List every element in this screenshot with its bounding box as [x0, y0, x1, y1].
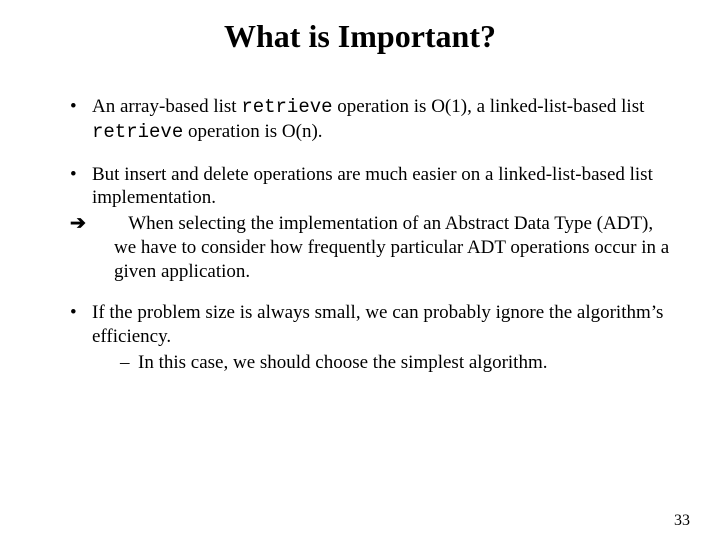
page-number: 33	[674, 512, 690, 530]
bullet-2-arrow-line: ➔ When selecting the implementation of a…	[92, 212, 670, 283]
bullet-3-sublist: In this case, we should choose the simpl…	[92, 351, 670, 375]
bullet-3: If the problem size is always small, we …	[70, 301, 670, 374]
bullet-2-arrow-text: When selecting the implementation of an …	[114, 213, 669, 282]
bullet-1: An array-based list retrieve operation i…	[70, 95, 670, 145]
bullet-3-sub-1: In this case, we should choose the simpl…	[120, 351, 670, 375]
bullet-1-text-mid: operation is O(1), a linked-list-based l…	[333, 96, 645, 117]
bullet-2: But insert and delete operations are muc…	[70, 163, 670, 284]
bullet-3-sub-1-text: In this case, we should choose the simpl…	[138, 352, 547, 373]
slide-title: What is Important?	[0, 18, 720, 55]
bullet-2-main: But insert and delete operations are muc…	[92, 164, 653, 209]
bullet-1-text-pre: An array-based list	[92, 96, 241, 117]
bullet-1-text-post: operation is O(n).	[183, 121, 322, 142]
slide: What is Important? An array-based list r…	[0, 18, 720, 558]
arrow-icon: ➔	[92, 212, 114, 236]
slide-body: An array-based list retrieve operation i…	[0, 65, 720, 375]
bullet-list: An array-based list retrieve operation i…	[50, 95, 670, 375]
bullet-1-code-1: retrieve	[241, 96, 332, 118]
bullet-1-code-2: retrieve	[92, 121, 183, 143]
bullet-3-main: If the problem size is always small, we …	[92, 302, 663, 347]
